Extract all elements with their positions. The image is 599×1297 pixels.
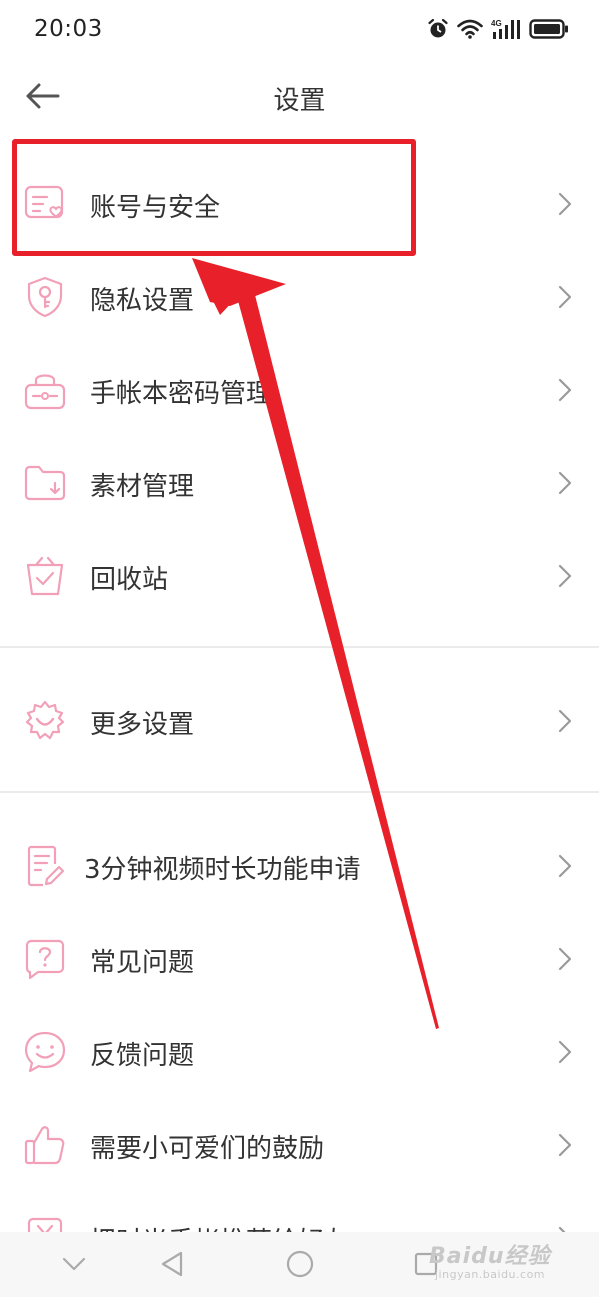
chevron-right-icon	[558, 947, 572, 971]
wifi-icon	[457, 19, 483, 39]
status-icons: 4G	[427, 18, 569, 40]
shield-key-icon	[22, 274, 68, 320]
status-time: 20:03	[34, 16, 103, 42]
network-label: 4G	[491, 19, 502, 28]
settings-item-label: 常见问题	[90, 948, 195, 978]
settings-item-label: 更多设置	[90, 710, 195, 740]
watermark: Baidu经验 jingyan.baidu.com	[429, 1238, 569, 1286]
settings-item-label: 需要小可爱们的鼓励	[90, 1134, 325, 1164]
chevron-right-icon	[558, 378, 572, 402]
settings-item-label: 手帐本密码管理	[90, 379, 273, 409]
chevron-right-icon	[558, 471, 572, 495]
settings-item-label: 3分钟视频时长功能申请	[84, 855, 361, 885]
settings-item-journal-password[interactable]: 手帐本密码管理	[0, 344, 599, 437]
section-divider	[0, 646, 599, 648]
settings-item-label: 回收站	[90, 565, 169, 595]
settings-item-encourage[interactable]: 需要小可爱们的鼓励	[0, 1099, 599, 1192]
nav-hide-button[interactable]	[58, 1248, 90, 1280]
settings-item-faq[interactable]: 常见问题	[0, 913, 599, 1006]
settings-item-privacy[interactable]: 隐私设置	[0, 251, 599, 344]
smiley-bubble-icon	[22, 1029, 68, 1075]
nav-back-button[interactable]	[156, 1248, 188, 1280]
cellular-signal-icon: 4G	[491, 19, 520, 39]
settings-item-materials[interactable]: 素材管理	[0, 437, 599, 530]
settings-item-label: 素材管理	[90, 472, 195, 502]
chevron-right-icon	[558, 854, 572, 878]
settings-group-support: 3分钟视频时长功能申请 常见问题 反馈问题 需要小可爱们的鼓励	[0, 820, 599, 1285]
settings-item-recycle-bin[interactable]: 回收站	[0, 530, 599, 623]
document-edit-icon	[22, 843, 68, 889]
lock-box-icon	[22, 367, 68, 413]
chevron-right-icon	[558, 285, 572, 309]
chevron-right-icon	[558, 709, 572, 733]
folder-download-icon	[22, 460, 68, 506]
settings-group-more: 更多设置	[0, 675, 599, 768]
recycle-bin-icon	[22, 553, 68, 599]
gear-smile-icon	[22, 698, 68, 744]
chevron-right-icon	[558, 1133, 572, 1157]
chevron-right-icon	[558, 192, 572, 216]
settings-item-label: 反馈问题	[90, 1041, 195, 1071]
settings-item-feedback[interactable]: 反馈问题	[0, 1006, 599, 1099]
chevron-right-icon	[558, 564, 572, 588]
question-bubble-icon	[22, 936, 68, 982]
circle-home-icon	[286, 1250, 314, 1278]
settings-item-label: 隐私设置	[90, 286, 195, 316]
settings-item-more-settings[interactable]: 更多设置	[0, 675, 599, 768]
battery-icon	[529, 19, 568, 39]
alarm-icon	[428, 18, 448, 38]
chevron-down-icon	[62, 1257, 86, 1271]
watermark-brand: Baidu经验	[429, 1244, 551, 1269]
settings-item-video-duration[interactable]: 3分钟视频时长功能申请	[0, 820, 599, 913]
chevron-right-icon	[558, 1040, 572, 1064]
triangle-back-icon	[161, 1251, 183, 1277]
section-divider	[0, 791, 599, 793]
watermark-url: jingyan.baidu.com	[435, 1268, 546, 1281]
thumbs-up-icon	[22, 1122, 68, 1168]
nav-home-button[interactable]	[284, 1248, 316, 1280]
app-bar: 设置	[0, 60, 599, 132]
status-bar: 20:03 4G	[0, 0, 599, 58]
annotation-highlight-box	[12, 139, 416, 256]
page-title: 设置	[273, 86, 326, 116]
